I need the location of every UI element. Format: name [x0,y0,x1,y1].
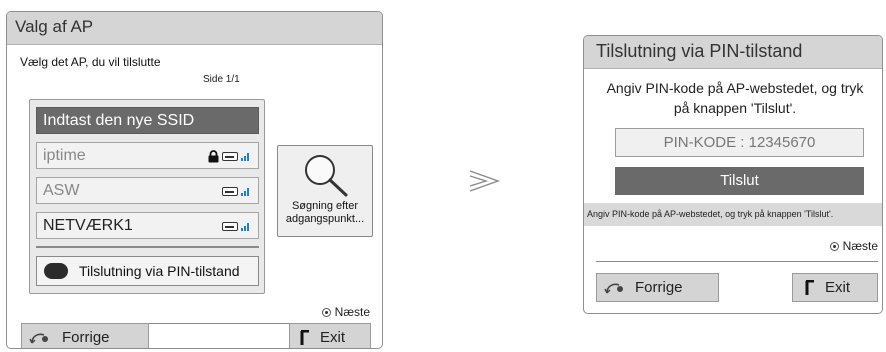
ap-item-new-ssid[interactable]: Indtast den nye SSID [36,107,259,134]
exit-icon [300,330,309,345]
next-indicator[interactable]: Næste [829,239,878,253]
wifi-signal-icon [222,187,249,196]
ap-item-iptime[interactable]: iptime [36,142,259,169]
magnifier-icon [305,155,348,197]
exit-button[interactable]: Exit [792,273,878,302]
ap-item-label: NETVÆRK1 [43,217,133,234]
ap-list: Indtast den nye SSID iptime ASW NETVÆRK1… [29,99,265,294]
blue-key-icon [44,263,68,279]
lock-icon [208,149,219,162]
ap-item-label: Indtast den nye SSID [43,112,195,129]
wifi-signal-icon [222,222,249,231]
ap-item-asw[interactable]: ASW [36,177,259,204]
back-button[interactable]: Forrige [596,273,719,302]
pin-mode-dialog: Tilslutning via PIN-tilstand Angiv PIN-k… [583,35,883,314]
wifi-signal-icon [222,152,249,161]
footer-divider [596,261,878,262]
ap-selection-dialog: Valg af AP Vælg det AP, du vil tilslutte… [6,11,383,349]
exit-label: Exit [320,329,346,346]
ap-item-netvaerk1[interactable]: NETVÆRK1 [36,212,259,239]
next-icon [829,242,839,251]
connect-button[interactable]: Tilslut [615,167,864,195]
ap-item-label: ASW [43,182,80,199]
back-button[interactable]: Forrige [21,323,149,348]
search-ap-label: Søgning efter adgangspunkt... [285,200,365,225]
hint-text: Angiv PIN-kode på AP-webstedet, og tryk … [584,203,882,226]
pin-code-display: PIN-KODE : 12345670 [615,128,864,157]
exit-icon [805,280,814,295]
exit-label: Exit [825,279,851,296]
search-ap-button[interactable]: Søgning efter adgangspunkt... [277,145,373,237]
dialog-title: Tilslutning via PIN-tilstand [584,36,882,69]
double-chevron-right-icon [469,170,501,192]
instruction-text: Vælg det AP, du vil tilslutte [20,55,161,69]
list-divider [36,246,259,248]
dialog-title: Valg af AP [7,12,382,45]
back-arrow-icon [604,283,623,294]
back-label: Forrige [62,329,110,346]
exit-button[interactable]: Exit [289,323,371,348]
pin-mode-button[interactable]: Tilslutning via PIN-tilstand [36,256,259,286]
back-arrow-icon [29,333,48,344]
instruction-text: Angiv PIN-kode på AP-webstedet, og tryk … [606,80,864,116]
back-label: Forrige [635,279,683,296]
pin-mode-label: Tilslutning via PIN-tilstand [79,263,240,279]
next-icon [321,308,331,317]
next-indicator[interactable]: Næste [321,305,370,319]
ap-item-label: iptime [43,147,86,164]
page-indicator: Side 1/1 [203,74,240,85]
